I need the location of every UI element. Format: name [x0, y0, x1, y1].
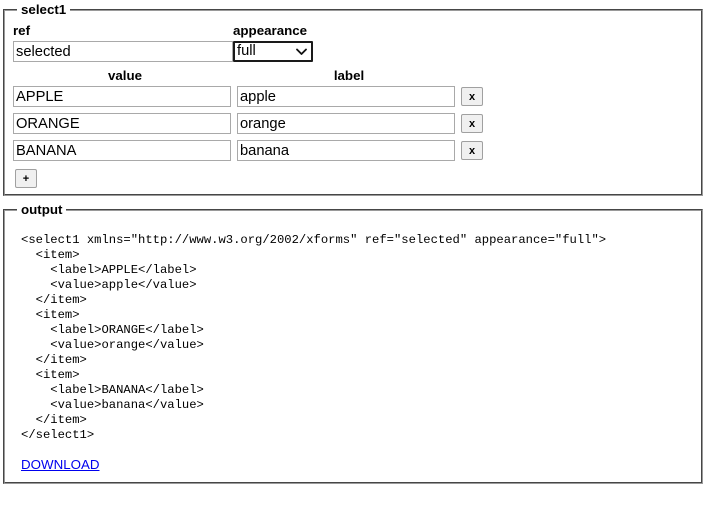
appearance-select[interactable]: full: [233, 41, 313, 62]
select1-legend: select1: [21, 2, 67, 17]
item-label-input[interactable]: [237, 86, 455, 107]
item-value-input[interactable]: [13, 140, 231, 161]
table-row: x: [13, 113, 491, 140]
output-legend: output: [21, 202, 63, 217]
item-value-cell: [13, 113, 237, 140]
item-action-cell: x: [461, 86, 491, 113]
add-item-button[interactable]: +: [15, 169, 37, 188]
item-label-cell: [237, 113, 461, 140]
item-value-input[interactable]: [13, 86, 231, 107]
ref-label: ref: [13, 23, 31, 38]
appearance-select-wrap: full: [233, 41, 313, 62]
ref-input[interactable]: [13, 41, 233, 62]
select1-top-row: ref appearance full: [13, 23, 693, 62]
item-action-cell: x: [461, 113, 491, 140]
xml-output-text: <select1 xmlns="http://www.w3.org/2002/x…: [21, 233, 607, 442]
remove-item-button[interactable]: x: [461, 87, 483, 106]
item-value-cell: [13, 140, 237, 167]
column-header-label: label: [333, 68, 365, 83]
items-table-head: value label: [13, 68, 491, 86]
items-table: value label xxx: [13, 68, 491, 167]
column-header-action: [461, 68, 491, 86]
item-value-cell: [13, 86, 237, 113]
item-action-cell: x: [461, 140, 491, 167]
download-link[interactable]: DOWNLOAD: [21, 457, 100, 472]
items-table-body: xxx: [13, 86, 491, 167]
appearance-label: appearance: [233, 23, 308, 38]
remove-item-button[interactable]: x: [461, 141, 483, 160]
table-row: x: [13, 140, 491, 167]
output-panel: output <select1 xmlns="http://www.w3.org…: [3, 202, 703, 484]
remove-item-button[interactable]: x: [461, 114, 483, 133]
item-value-input[interactable]: [13, 113, 231, 134]
column-header-value: value: [107, 68, 143, 83]
item-label-cell: [237, 140, 461, 167]
item-label-input[interactable]: [237, 140, 455, 161]
item-label-input[interactable]: [237, 113, 455, 134]
ref-field-group: ref: [13, 23, 233, 62]
item-label-cell: [237, 86, 461, 113]
table-row: x: [13, 86, 491, 113]
appearance-field-group: appearance full: [233, 23, 313, 62]
select1-panel: select1 ref appearance full value: [3, 2, 703, 196]
items-header-row: value label: [13, 68, 491, 86]
